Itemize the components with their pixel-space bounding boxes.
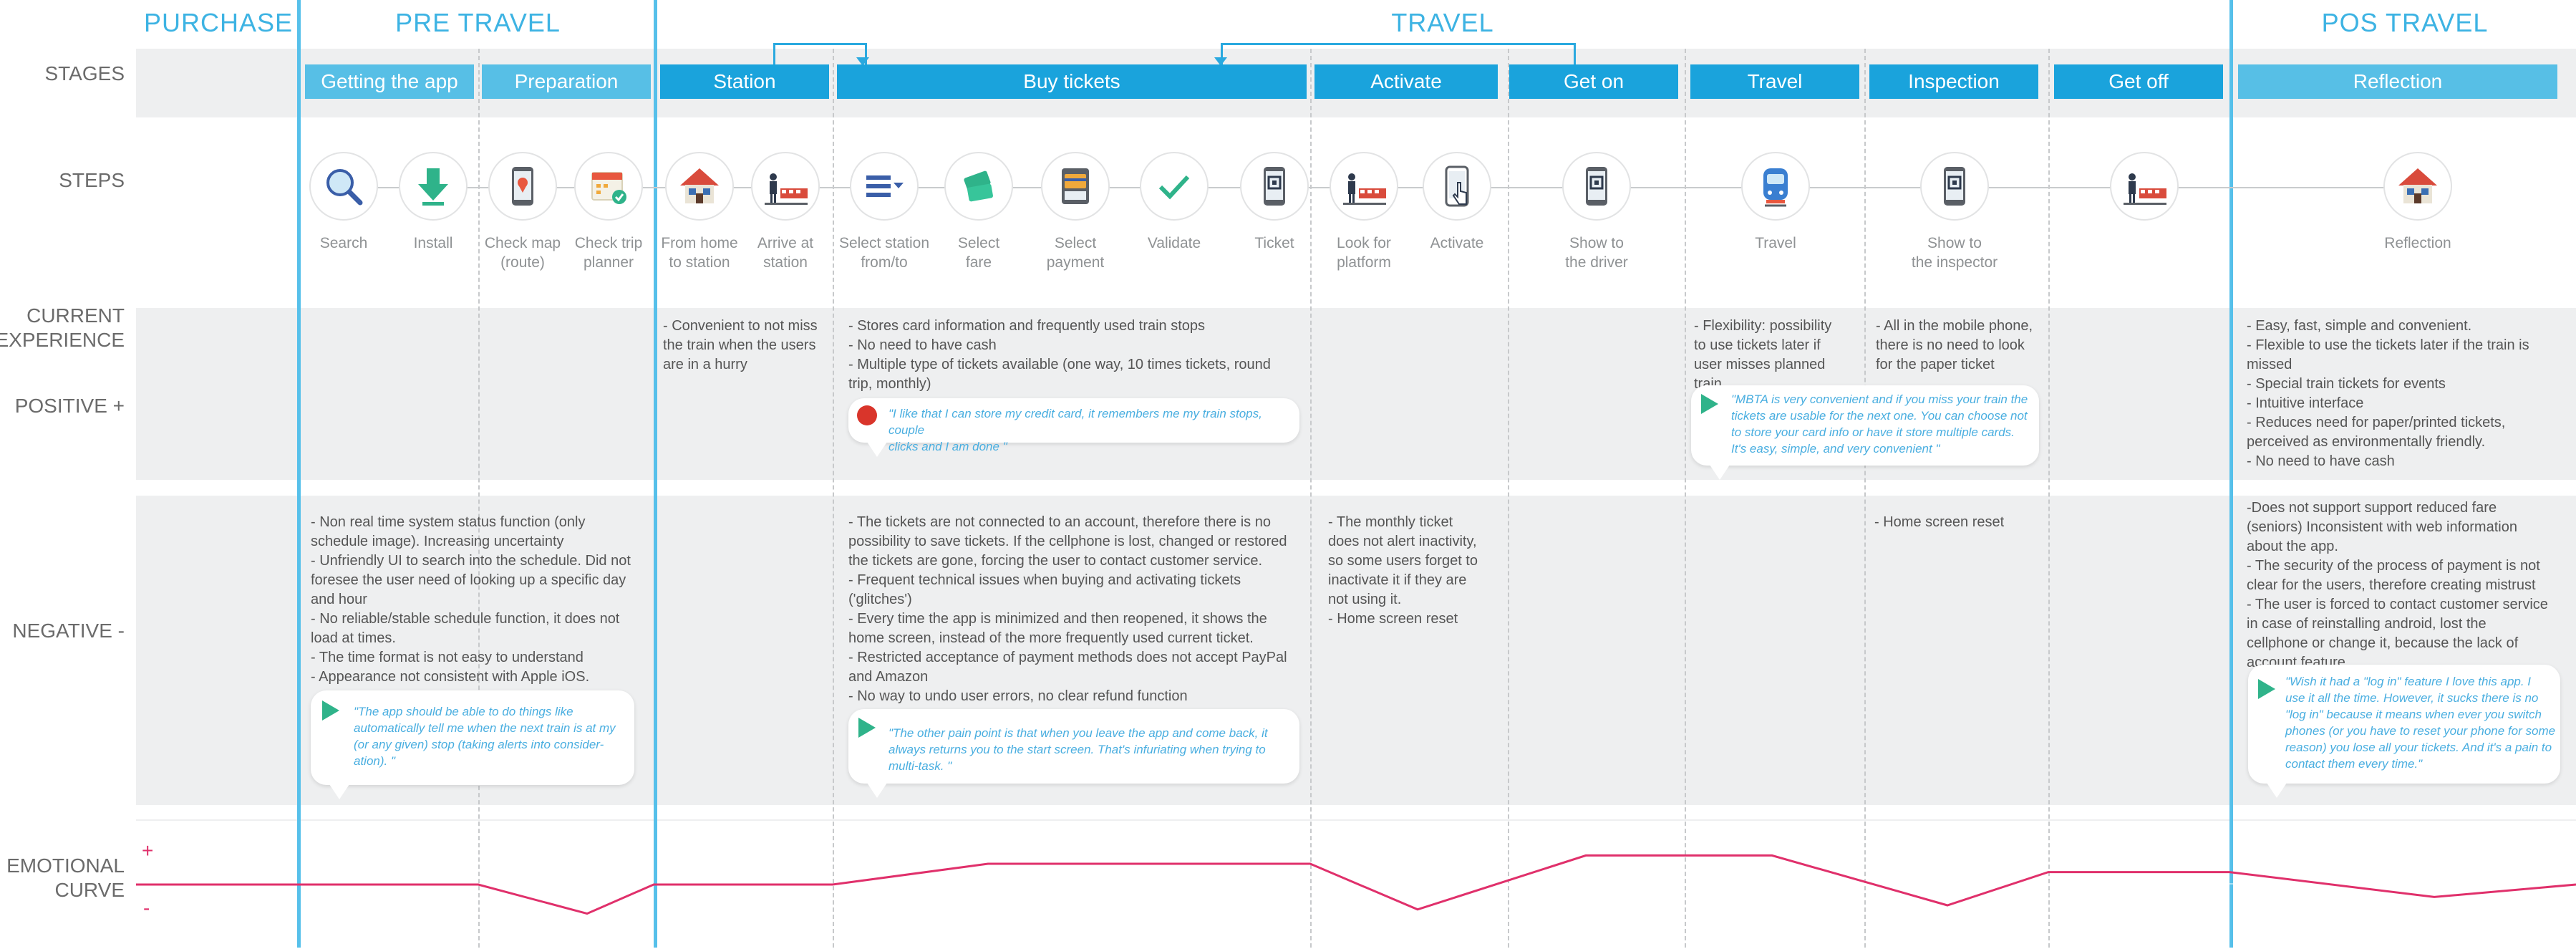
person-train-icon: [765, 173, 808, 205]
step-reflection: Reflection: [2371, 152, 2464, 253]
phone-touch-icon: [1445, 165, 1469, 207]
google-play-icon: [2258, 679, 2275, 699]
negative-reflection-quote: "Wish it had a "log in" feature I love t…: [2248, 665, 2560, 798]
positive-travel: - Flexibility: possibility to use ticket…: [1694, 318, 1832, 392]
negative-inspection: - Home screen reset: [1874, 514, 2005, 530]
negative-buy-tickets-quote: "The other pain point is that when you l…: [848, 709, 1299, 798]
step-label: Check map (route): [484, 235, 561, 271]
step-validate: Validate: [1128, 152, 1221, 253]
calendar-check-icon: [591, 172, 626, 204]
step-from-home-to-station: From home to station: [653, 152, 746, 272]
step-label: Show to the driver: [1565, 235, 1628, 271]
google-play-icon: [858, 718, 876, 738]
step-label: Validate: [1147, 235, 1201, 251]
magnifier-icon: [326, 169, 363, 206]
positive-buy-tickets: - Stores card information and frequently…: [848, 318, 1271, 392]
step-search: Search: [297, 152, 390, 253]
step-label: Select station from/to: [838, 235, 930, 271]
phone-qr-icon: [1944, 167, 1965, 206]
person-train-icon: [1343, 173, 1386, 205]
tickets-icon: [964, 170, 994, 202]
row-label-negative: NEGATIVE -: [12, 620, 125, 642]
step-look-for-platform: Look for platform: [1317, 152, 1410, 272]
step-label: Show to the inspector: [1911, 235, 1998, 271]
step-label: Activate: [1430, 235, 1484, 251]
step-label: Check trip planner: [574, 235, 643, 271]
positive-reflection: - Easy, fast, simple and convenient. - F…: [2247, 318, 2529, 469]
payment-card-icon: [1062, 168, 1089, 204]
positive-travel-quote: "MBTA is very convenient and if you miss…: [1691, 385, 2039, 480]
step-get-off: [2098, 152, 2191, 233]
step-select-fare: Select fare: [932, 152, 1025, 272]
list-dropdown-icon: [866, 175, 904, 197]
row-label-positive: POSITIVE +: [14, 395, 125, 417]
step-label: From home to station: [661, 235, 738, 271]
positive-station: - Convenient to not miss the train when …: [663, 318, 818, 372]
step-show-to-driver: Show to the driver: [1550, 152, 1643, 272]
house-icon: [2398, 168, 2437, 203]
step-check-map: Check map (route): [476, 152, 569, 272]
step-label: Select fare: [957, 235, 1000, 271]
step-select-station: Select station from/to: [838, 152, 931, 272]
house-icon: [680, 168, 719, 203]
emotional-curve-chart: [136, 854, 2576, 915]
phone-qr-icon: [1264, 167, 1285, 206]
step-install: Install: [387, 152, 480, 253]
google-play-icon: [322, 700, 339, 721]
train-front-icon: [1763, 168, 1788, 207]
step-label: Look for platform: [1337, 235, 1391, 271]
step-arrive-at-station: Arrive at station: [739, 152, 832, 272]
step-label: Search: [319, 235, 368, 251]
negative-activate: - The monthly ticket does not alert inac…: [1328, 514, 1478, 627]
positive-buy-tickets-quote: "I like that I can store my credit card,…: [848, 398, 1299, 457]
negative-reflection: -Does not support support reduced fare (…: [2247, 500, 2548, 670]
checkmark-icon: [1158, 175, 1190, 200]
google-play-icon: [1701, 394, 1718, 414]
step-show-to-inspector: Show to the inspector: [1908, 152, 2001, 272]
negative-buy-tickets: - The tickets are not connected to an ac…: [848, 514, 1287, 704]
positive-inspection: - All in the mobile phone, there is no n…: [1876, 318, 2033, 372]
step-label: Travel: [1755, 235, 1796, 251]
row-label-current-experience: CURRENT EXPERIENCE: [0, 304, 125, 351]
step-check-trip-planner: Check trip planner: [562, 152, 655, 272]
step-label: Arrive at station: [757, 235, 814, 271]
phone-map-pin-icon: [512, 167, 533, 206]
step-ticket: Ticket: [1228, 152, 1321, 253]
step-label: Reflection: [2384, 235, 2451, 251]
phone-qr-icon: [1586, 167, 1607, 206]
step-label: Select payment: [1046, 235, 1105, 271]
person-train-icon: [2124, 173, 2166, 205]
current-experience-band: [136, 308, 2576, 480]
emotional-curve-line: [136, 854, 2576, 915]
app-store-icon: [857, 405, 877, 425]
negative-pre-travel-quote: "The app should be able to do things lik…: [311, 690, 634, 799]
step-label: Install: [413, 235, 453, 251]
step-activate: Activate: [1410, 152, 1504, 253]
negative-pre-travel: - Non real time system status function (…: [311, 514, 631, 685]
step-label: Ticket: [1254, 235, 1294, 251]
download-arrow-icon: [418, 168, 448, 206]
step-select-payment: Select payment: [1029, 152, 1122, 272]
step-travel: Travel: [1729, 152, 1822, 253]
